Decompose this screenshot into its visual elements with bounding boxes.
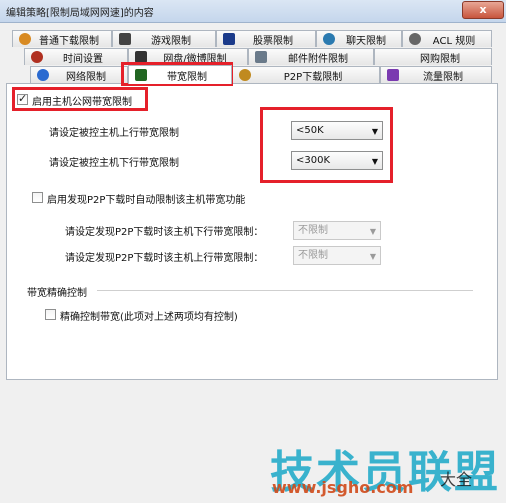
precise-group-label: 带宽精确控制 xyxy=(27,288,87,299)
game-icon xyxy=(119,33,131,45)
tab-game[interactable]: 游戏限制 xyxy=(112,30,216,47)
tab-network[interactable]: 网络限制 xyxy=(30,66,128,83)
acl-icon xyxy=(409,33,421,45)
tab-row-1: 普通下载限制 游戏限制 股票限制 聊天限制 ACL 规则 xyxy=(0,30,506,48)
window-title: 编辑策略[限制局域网网速]的内容 xyxy=(6,8,154,19)
tab-time[interactable]: 时间设置 xyxy=(24,48,128,65)
traffic-icon xyxy=(387,69,399,81)
download-limit-select[interactable]: <300K ▼ xyxy=(291,151,383,170)
tab-traffic[interactable]: 流量限制 xyxy=(380,66,492,83)
precise-control-checkbox[interactable] xyxy=(45,309,56,320)
shop-icon xyxy=(381,51,393,63)
upload-limit-select[interactable]: <50K ▼ xyxy=(291,121,383,140)
tab-row-2: 时间设置 网盘/微博限制 邮件附件限制 网购限制 xyxy=(0,48,506,66)
download-limit-label: 请设定被控主机下行带宽限制 xyxy=(49,158,179,169)
watermark-url: www.jsgho.com xyxy=(272,478,414,497)
stock-icon xyxy=(223,33,235,45)
clock-icon xyxy=(31,51,43,63)
p2p-upload-limit-select[interactable]: 不限制 ▼ xyxy=(293,246,381,265)
chevron-down-icon: ▼ xyxy=(371,127,378,136)
chevron-down-icon: ▼ xyxy=(369,252,376,261)
download-icon xyxy=(19,33,31,45)
p2p-download-limit-value: 不限制 xyxy=(298,225,328,236)
tab-chat[interactable]: 聊天限制 xyxy=(316,30,402,47)
upload-limit-value: <50K xyxy=(296,125,324,136)
tab-netdisk[interactable]: 网盘/微博限制 xyxy=(128,48,248,65)
enable-bandwidth-checkbox[interactable] xyxy=(17,92,28,105)
tab-shopping[interactable]: 网购限制 xyxy=(374,48,492,65)
mail-icon xyxy=(255,51,267,63)
p2p-icon xyxy=(239,69,251,81)
tab-bandwidth[interactable]: 带宽限制 xyxy=(128,65,232,84)
p2p-download-limit-label: 请设定发现P2P下载时该主机下行带宽限制： xyxy=(65,227,264,238)
p2p-upload-limit-value: 不限制 xyxy=(298,250,328,261)
bandwidth-panel: 启用主机公网带宽限制 请设定被控主机上行带宽限制 <50K ▼ 请设定被控主机下… xyxy=(6,83,498,380)
tab-stock[interactable]: 股票限制 xyxy=(216,30,316,47)
chevron-down-icon: ▼ xyxy=(371,157,378,166)
dialog-window: 编辑策略[限制局域网网速]的内容 x 普通下载限制 游戏限制 股票限制 聊天限制… xyxy=(0,0,506,503)
tab-acl[interactable]: ACL 规则 xyxy=(402,30,492,47)
tab-p2p[interactable]: P2P下载限制 xyxy=(232,66,380,83)
enable-bandwidth-label: 启用主机公网带宽限制 xyxy=(32,97,132,108)
tab-normal-download[interactable]: 普通下载限制 xyxy=(12,30,112,47)
precise-control-label: 精确控制带宽(此项对上述两项均有控制) xyxy=(60,312,238,323)
download-limit-value: <300K xyxy=(296,155,331,166)
enable-p2p-label: 启用发现P2P下载时自动限制该主机带宽功能 xyxy=(47,195,246,206)
watermark-suffix: 大全 xyxy=(440,470,473,489)
enable-p2p-checkbox[interactable] xyxy=(32,192,43,203)
p2p-download-limit-select[interactable]: 不限制 ▼ xyxy=(293,221,381,240)
upload-limit-label: 请设定被控主机上行带宽限制 xyxy=(49,128,179,139)
p2p-upload-limit-label: 请设定发现P2P下载时该主机上行带宽限制： xyxy=(65,253,264,264)
chat-icon xyxy=(323,33,335,45)
tab-mail-attachment[interactable]: 邮件附件限制 xyxy=(248,48,374,65)
close-button[interactable]: x xyxy=(462,1,504,19)
ie-icon xyxy=(37,69,49,81)
cloud-icon xyxy=(135,51,147,63)
chevron-down-icon: ▼ xyxy=(369,227,376,236)
group-divider xyxy=(97,290,473,291)
tab-row-3: 网络限制 带宽限制 P2P下载限制 流量限制 xyxy=(0,65,506,84)
bandwidth-icon xyxy=(135,69,147,81)
title-bar: 编辑策略[限制局域网网速]的内容 x xyxy=(0,0,506,23)
